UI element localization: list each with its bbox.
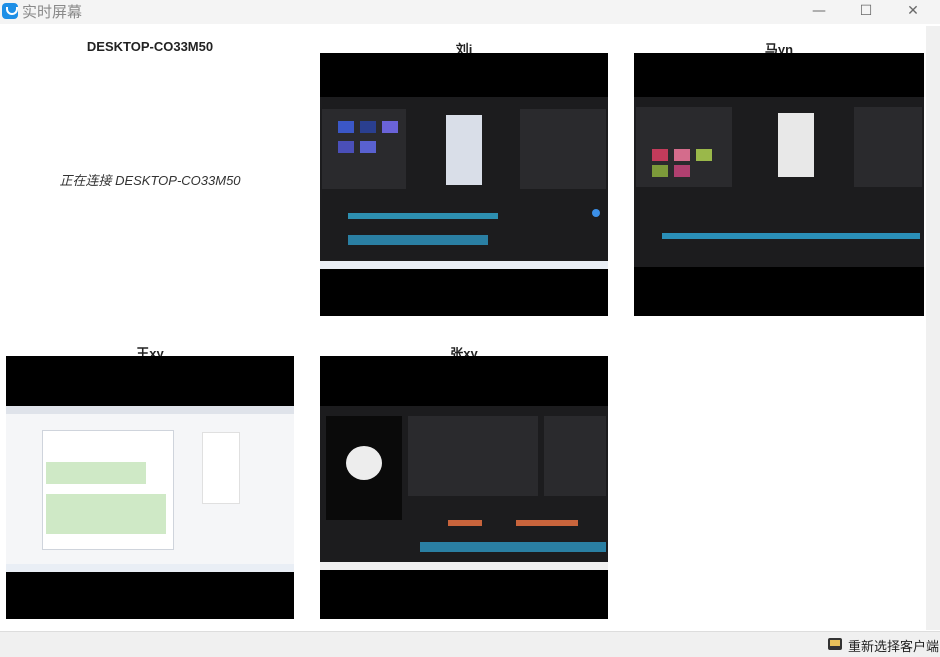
- vertical-scrollbar[interactable]: [926, 26, 940, 630]
- title-bar: 实时屏幕 — ☐ ✕: [0, 0, 940, 24]
- close-button[interactable]: ✕: [890, 0, 936, 24]
- app-logo-icon: [2, 3, 18, 19]
- window-title: 实时屏幕: [22, 4, 83, 21]
- screen-preview-zhang[interactable]: [320, 356, 608, 619]
- remote-taskbar: [634, 259, 924, 267]
- media-thumb: [360, 121, 376, 133]
- media-thumb: [338, 141, 354, 153]
- client-select-icon[interactable]: [828, 638, 842, 650]
- maximize-button[interactable]: ☐: [843, 0, 889, 24]
- text-highlight: [46, 494, 166, 534]
- timeline-track: [420, 542, 606, 552]
- remote-taskbar: [320, 261, 608, 269]
- remote-screen-image: [320, 97, 608, 269]
- meme-face: [346, 446, 382, 480]
- media-thumb: [696, 149, 712, 161]
- media-thumb: [652, 165, 668, 177]
- minimize-button[interactable]: —: [796, 0, 842, 24]
- connecting-status: 正在连接 DESKTOP-CO33M50: [59, 173, 241, 188]
- effects-panel: [408, 416, 538, 496]
- reselect-client-button[interactable]: 重新选择客户端: [848, 636, 939, 655]
- screen-preview-ma[interactable]: [634, 53, 924, 316]
- remote-screen-image: [320, 406, 608, 564]
- properties-panel: [854, 107, 922, 187]
- remote-taskbar: [6, 564, 294, 572]
- status-bar: 重新选择客户端: [0, 631, 940, 657]
- side-card: [202, 432, 240, 504]
- media-thumb: [382, 121, 398, 133]
- screen-preview-liu[interactable]: [320, 53, 608, 316]
- timeline-track: [516, 520, 578, 526]
- remote-taskbar: [320, 562, 608, 570]
- media-thumb: [674, 149, 690, 161]
- preview-frame: [778, 113, 814, 177]
- screen-preview-wang[interactable]: [6, 356, 294, 619]
- timeline-track: [662, 233, 920, 239]
- media-thumb: [338, 121, 354, 133]
- preview-frame: [446, 115, 482, 185]
- media-thumb: [652, 149, 668, 161]
- properties-panel: [544, 416, 606, 496]
- timeline-track: [448, 520, 482, 526]
- remote-screen-image: [6, 406, 294, 570]
- timeline-track: [348, 235, 488, 245]
- timeline-track: [348, 213, 498, 219]
- properties-panel: [520, 109, 606, 189]
- tile-title-desktop: DESKTOP-CO33M50: [86, 39, 214, 54]
- text-highlight: [46, 462, 146, 484]
- browser-tabs: [6, 406, 294, 414]
- remote-screen-image: [634, 97, 924, 267]
- media-thumb: [674, 165, 690, 177]
- media-thumb: [360, 141, 376, 153]
- record-dot: [592, 209, 600, 217]
